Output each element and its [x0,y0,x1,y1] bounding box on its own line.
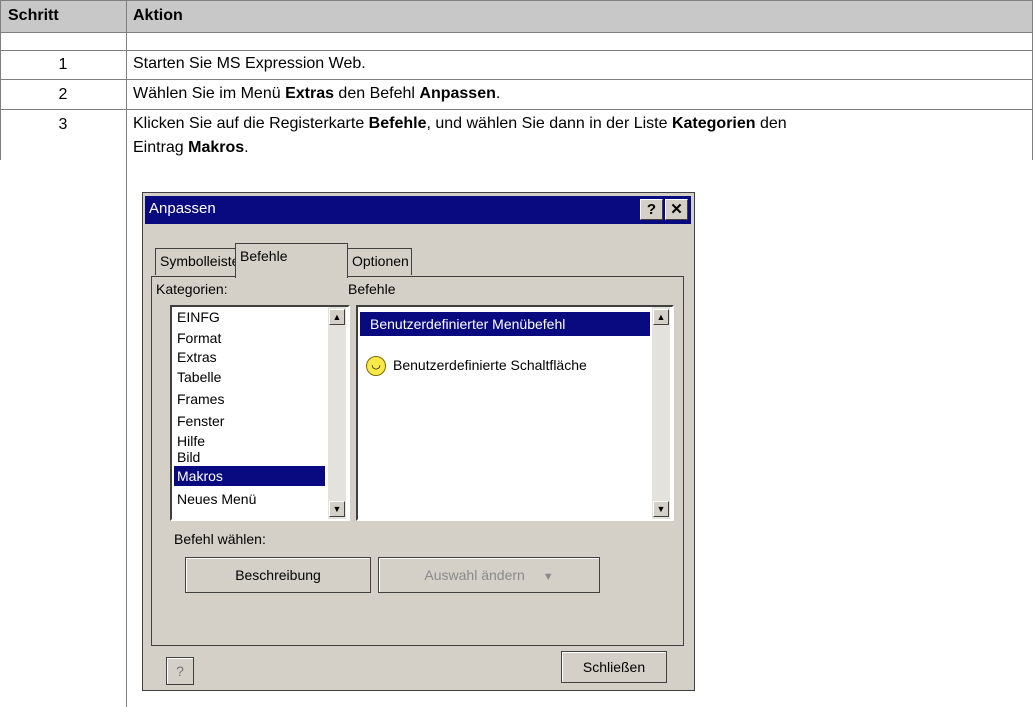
row-divider [0,50,1033,51]
category-item[interactable]: Neues Menü [174,489,327,509]
step-number: 1 [58,56,68,73]
categories-listbox[interactable]: EINFG Format Extras Tabelle Frames Fenst… [170,305,350,521]
category-item[interactable]: EINFG [174,307,327,327]
commands-listbox[interactable]: Benutzerdefinierter Menübefehl ◡ Benutze… [356,305,674,521]
modify-selection-button[interactable]: Auswahl ändern ▼ [378,557,600,593]
table-left-edge [0,0,1,160]
category-item[interactable]: Tabelle [174,367,327,387]
step-action: Starten Sie MS Expression Web. [133,55,366,72]
dialog-title: Anpassen [149,200,216,217]
command-item-selected[interactable]: Benutzerdefinierter Menübefehl [360,312,650,336]
scroll-up-icon[interactable]: ▲ [653,309,669,325]
scroll-up-icon[interactable]: ▲ [329,309,345,325]
header-step: Schritt [8,7,59,24]
step-number: 3 [58,116,68,133]
smiley-icon: ◡ [366,356,386,376]
category-item-selected[interactable]: Makros [174,466,325,486]
commands-label: Befehle [348,281,396,297]
tab-options[interactable]: Optionen [347,248,412,275]
close-icon[interactable]: ✕ [665,199,688,220]
dropdown-arrow-icon: ▼ [542,571,554,583]
close-button[interactable]: Schließen [561,651,667,683]
describe-button[interactable]: Beschreibung [185,557,371,593]
step-action: Wählen Sie im Menü Extras den Befehl Anp… [133,85,501,102]
category-item[interactable]: Bild [174,447,327,467]
tab-toolbars[interactable]: Symbolleisten [155,248,247,275]
modify-selection-label: Auswahl ändern [424,567,525,583]
dialog-titlebar: Anpassen ? ✕ [145,196,691,224]
table-right-edge [1032,0,1033,160]
category-item[interactable]: Format [174,328,327,348]
tab-commands[interactable]: Befehle [235,243,348,278]
command-item[interactable]: Benutzerdefinierte Schaltfläche [390,355,643,375]
categories-scrollbar[interactable]: ▲ ▼ [328,307,346,519]
select-command-label: Befehl wählen: [174,531,266,547]
help-icon[interactable]: ? [640,199,663,220]
scroll-down-icon[interactable]: ▼ [329,501,345,517]
categories-label: Kategorien: [156,281,228,297]
category-item[interactable]: Extras [174,347,327,367]
header-action: Aktion [133,7,183,24]
row-divider [0,79,1033,80]
step-number: 2 [58,86,68,103]
help-button[interactable]: ? [166,657,194,685]
row-divider [0,109,1033,110]
scroll-down-icon[interactable]: ▼ [653,501,669,517]
category-item[interactable]: Frames [174,389,327,409]
commands-scrollbar[interactable]: ▲ ▼ [652,307,670,519]
column-separator [126,0,127,707]
commands-panel: Kategorien: Befehle EINFG Format Extras … [151,276,684,646]
category-item[interactable]: Fenster [174,411,327,431]
customize-dialog: Anpassen ? ✕ Symbolleisten Befehle Optio… [142,192,695,691]
step-action: Klicken Sie auf die Registerkarte Befehl… [133,115,787,156]
